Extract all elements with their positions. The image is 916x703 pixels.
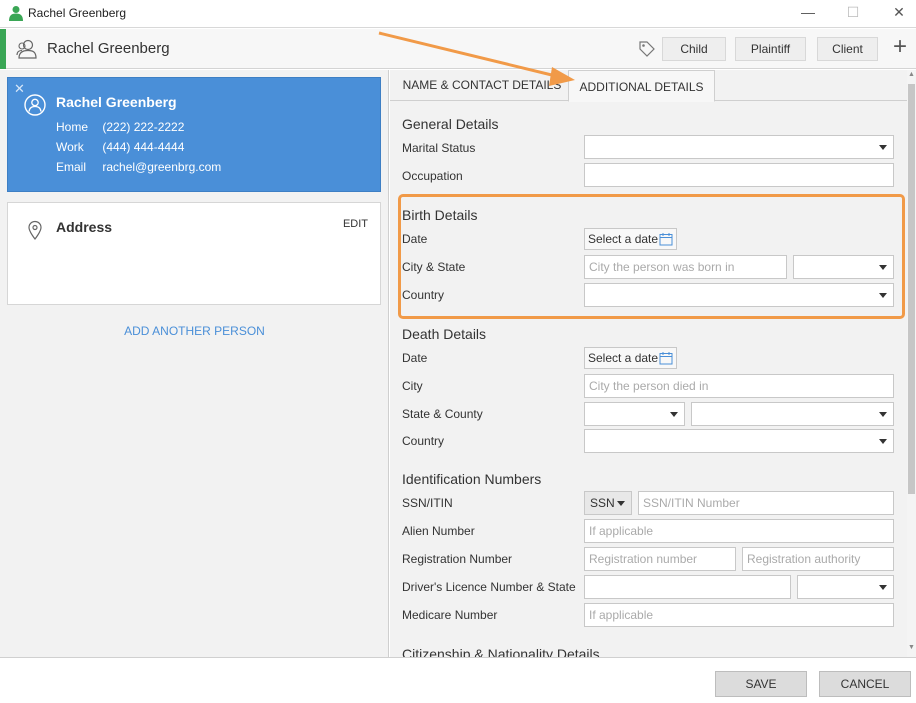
role-button-child[interactable]: Child (662, 37, 726, 61)
contact-value: rachel@greenbrg.com (102, 160, 222, 174)
chevron-down-icon (879, 412, 887, 417)
window-titlebar: Rachel Greenberg — ☐ ✕ (0, 0, 916, 28)
occupation-input[interactable] (584, 163, 894, 187)
death-state-select[interactable] (584, 402, 685, 426)
tab-additional-details[interactable]: ADDITIONAL DETAILS (568, 70, 715, 102)
chevron-down-icon (879, 585, 887, 590)
tag-icon[interactable] (638, 40, 656, 58)
person-card[interactable]: ✕ Rachel Greenberg Home (222) 222-2222 W… (7, 77, 381, 192)
death-city-label: City (402, 379, 423, 393)
footer-bar: SAVE CANCEL (0, 657, 916, 703)
calendar-icon (659, 352, 673, 365)
address-title: Address (56, 219, 113, 235)
minimize-button[interactable]: — (793, 3, 823, 23)
scrollbar-thumb[interactable] (908, 84, 915, 494)
birth-details-highlight (398, 194, 905, 319)
death-city-input[interactable]: City the person died in (584, 374, 894, 398)
occupation-label: Occupation (402, 169, 463, 183)
death-details-title: Death Details (402, 326, 487, 342)
role-button-client[interactable]: Client (817, 37, 878, 61)
cancel-button[interactable]: CANCEL (819, 671, 911, 697)
person-app-icon (9, 6, 23, 21)
tab-name-contact-details[interactable]: NAME & CONTACT DETAILS (396, 70, 568, 101)
general-details-title: General Details (402, 116, 499, 132)
contact-label: Home (56, 120, 89, 134)
registration-number-input[interactable]: Registration number (584, 547, 736, 571)
details-panel: NAME & CONTACT DETAILS ADDITIONAL DETAIL… (390, 70, 916, 657)
scrollbar[interactable]: ▲ ▼ (907, 70, 916, 657)
alien-number-input[interactable]: If applicable (584, 519, 894, 543)
contact-value: (222) 222-2222 (102, 120, 185, 134)
add-role-button[interactable]: + (893, 33, 907, 61)
ssn-input[interactable]: SSN/ITIN Number (638, 491, 894, 515)
ssn-type-select[interactable]: SSN (584, 491, 632, 515)
contact-row-home: Home (222) 222-2222 (56, 120, 184, 134)
add-another-person-link[interactable]: ADD ANOTHER PERSON (0, 324, 389, 338)
left-panel: ✕ Rachel Greenberg Home (222) 222-2222 W… (0, 70, 389, 657)
address-card: Address EDIT (7, 202, 381, 305)
identification-title: Identification Numbers (402, 471, 542, 487)
medicare-label: Medicare Number (402, 608, 498, 622)
death-county-select[interactable] (691, 402, 894, 426)
edit-address-button[interactable]: EDIT (343, 218, 368, 230)
location-pin-icon (28, 220, 42, 240)
window-title: Rachel Greenberg (28, 6, 127, 20)
death-date-label: Date (402, 351, 428, 365)
person-header: Rachel Greenberg Child Plaintiff Client … (0, 29, 916, 69)
role-button-plaintiff[interactable]: Plaintiff (735, 37, 806, 61)
person-avatar-icon (24, 94, 46, 116)
maximize-button[interactable]: ☐ (838, 3, 868, 23)
header-person-name: Rachel Greenberg (47, 40, 170, 57)
licence-state-select[interactable] (797, 575, 894, 599)
contact-value: (444) 444-4444 (102, 140, 185, 154)
alien-number-label: Alien Number (402, 524, 475, 538)
registration-authority-input[interactable]: Registration authority (742, 547, 894, 571)
people-icon (16, 39, 37, 59)
death-state-county-label: State & County (402, 407, 483, 421)
chevron-down-icon (879, 145, 887, 150)
registration-number-label: Registration Number (402, 552, 513, 566)
death-country-select[interactable] (584, 429, 894, 453)
death-country-label: Country (402, 434, 445, 448)
licence-label: Driver's Licence Number & State (402, 580, 576, 594)
marital-status-select[interactable] (584, 135, 894, 159)
chevron-down-icon (617, 501, 625, 506)
header-accent-bar (0, 29, 6, 69)
scroll-up-icon[interactable]: ▲ (907, 71, 916, 78)
death-date-picker[interactable]: Select a date (584, 347, 677, 369)
citizenship-title: Citizenship & Nationality Details (402, 646, 600, 657)
ssn-type-value: SSN (590, 496, 615, 510)
ssn-label: SSN/ITIN (402, 496, 453, 510)
contact-row-work: Work (444) 444-4444 (56, 140, 184, 154)
marital-status-label: Marital Status (402, 141, 476, 155)
save-button[interactable]: SAVE (715, 671, 807, 697)
close-window-button[interactable]: ✕ (884, 3, 914, 23)
chevron-down-icon (879, 439, 887, 444)
medicare-input[interactable]: If applicable (584, 603, 894, 627)
death-date-button-label: Select a date (588, 351, 659, 365)
person-card-name: Rachel Greenberg (56, 94, 177, 110)
contact-label: Work (56, 140, 84, 154)
contact-label: Email (56, 160, 87, 174)
tab-bar: NAME & CONTACT DETAILS ADDITIONAL DETAIL… (390, 70, 916, 102)
chevron-down-icon (670, 412, 678, 417)
licence-number-input[interactable] (584, 575, 791, 599)
scroll-down-icon[interactable]: ▼ (907, 644, 916, 651)
contact-row-email: Email rachel@greenbrg.com (56, 160, 221, 174)
